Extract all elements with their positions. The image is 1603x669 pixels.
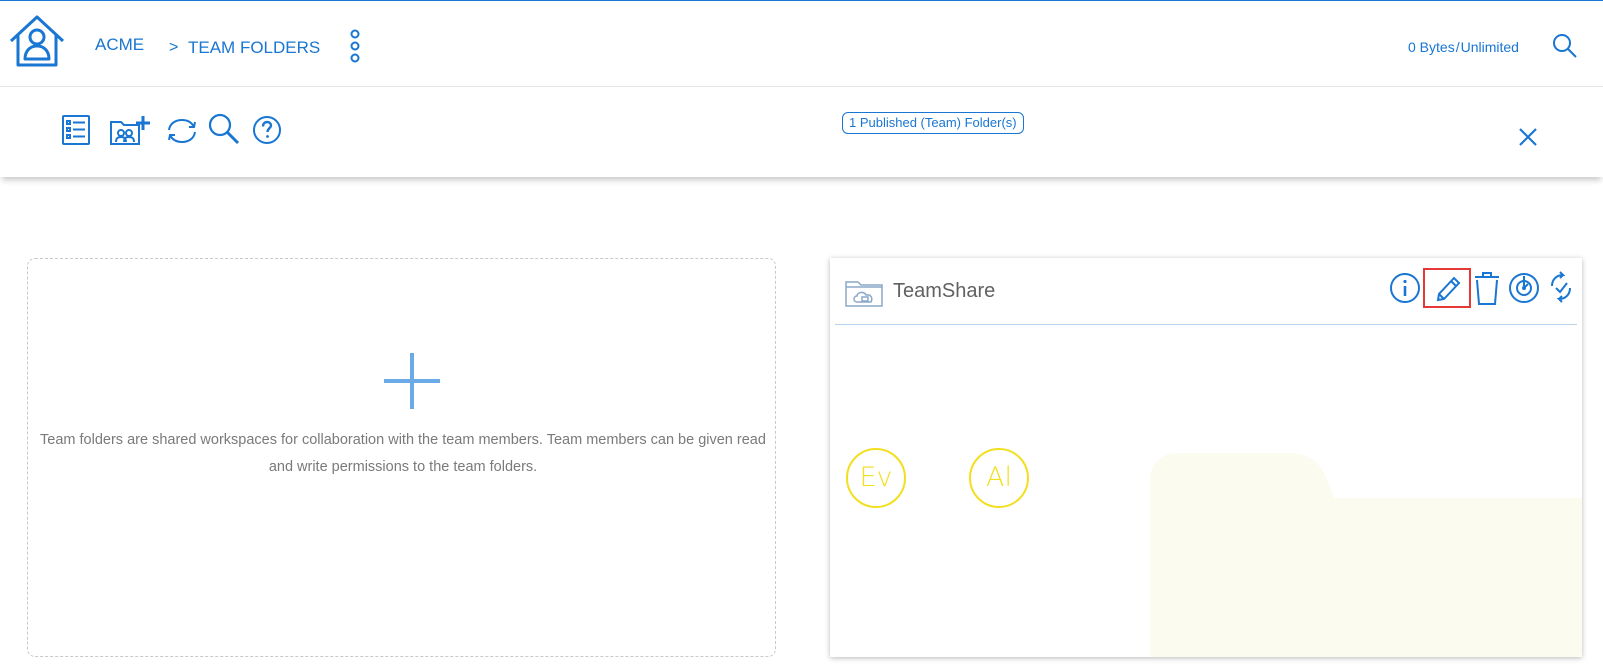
published-folders-badge: 1 Published (Team) Folder(s) [842,112,1024,134]
cloud-folder-icon [845,281,883,307]
help-icon[interactable] [252,115,282,145]
member-avatar[interactable]: Ev [846,448,906,508]
more-options-icon[interactable] [348,29,362,63]
search-icon[interactable] [208,113,240,145]
app-header: ACME > TEAM FOLDERS 0 Bytes/Unlimited [0,1,1603,87]
edit-button[interactable] [1423,268,1471,308]
list-view-icon[interactable] [61,114,91,146]
sync-icon[interactable] [1508,272,1540,304]
new-team-folder-card[interactable]: Team folders are shared workspaces for c… [27,258,776,657]
info-icon[interactable] [1389,272,1421,304]
quota-used: 0 Bytes [1408,39,1455,55]
team-folder-card: TeamShare Ev Al [830,258,1582,657]
team-folder-description: Team folders are shared workspaces for c… [40,432,766,475]
folder-watermark-icon [1150,453,1582,657]
quota-limit: Unlimited [1460,39,1519,55]
breadcrumb-root[interactable]: ACME [95,35,144,55]
team-folder-name[interactable]: TeamShare [893,280,995,303]
resync-icon[interactable] [1547,270,1575,304]
add-team-folder-icon[interactable] [109,114,151,146]
home-user-icon[interactable] [7,13,67,69]
member-avatar[interactable]: Al [969,448,1029,508]
close-icon[interactable] [1517,126,1539,148]
refresh-icon[interactable] [163,116,201,146]
plus-icon[interactable] [382,351,442,411]
delete-icon[interactable] [1472,270,1502,306]
breadcrumb-current[interactable]: TEAM FOLDERS [188,38,320,58]
toolbar: 1 Published (Team) Folder(s) [0,88,1603,177]
breadcrumb-separator: > [169,39,179,56]
edit-icon[interactable] [1434,274,1462,304]
card-divider [835,324,1577,325]
search-icon[interactable] [1552,33,1578,59]
storage-quota: 0 Bytes/Unlimited [1408,39,1519,55]
